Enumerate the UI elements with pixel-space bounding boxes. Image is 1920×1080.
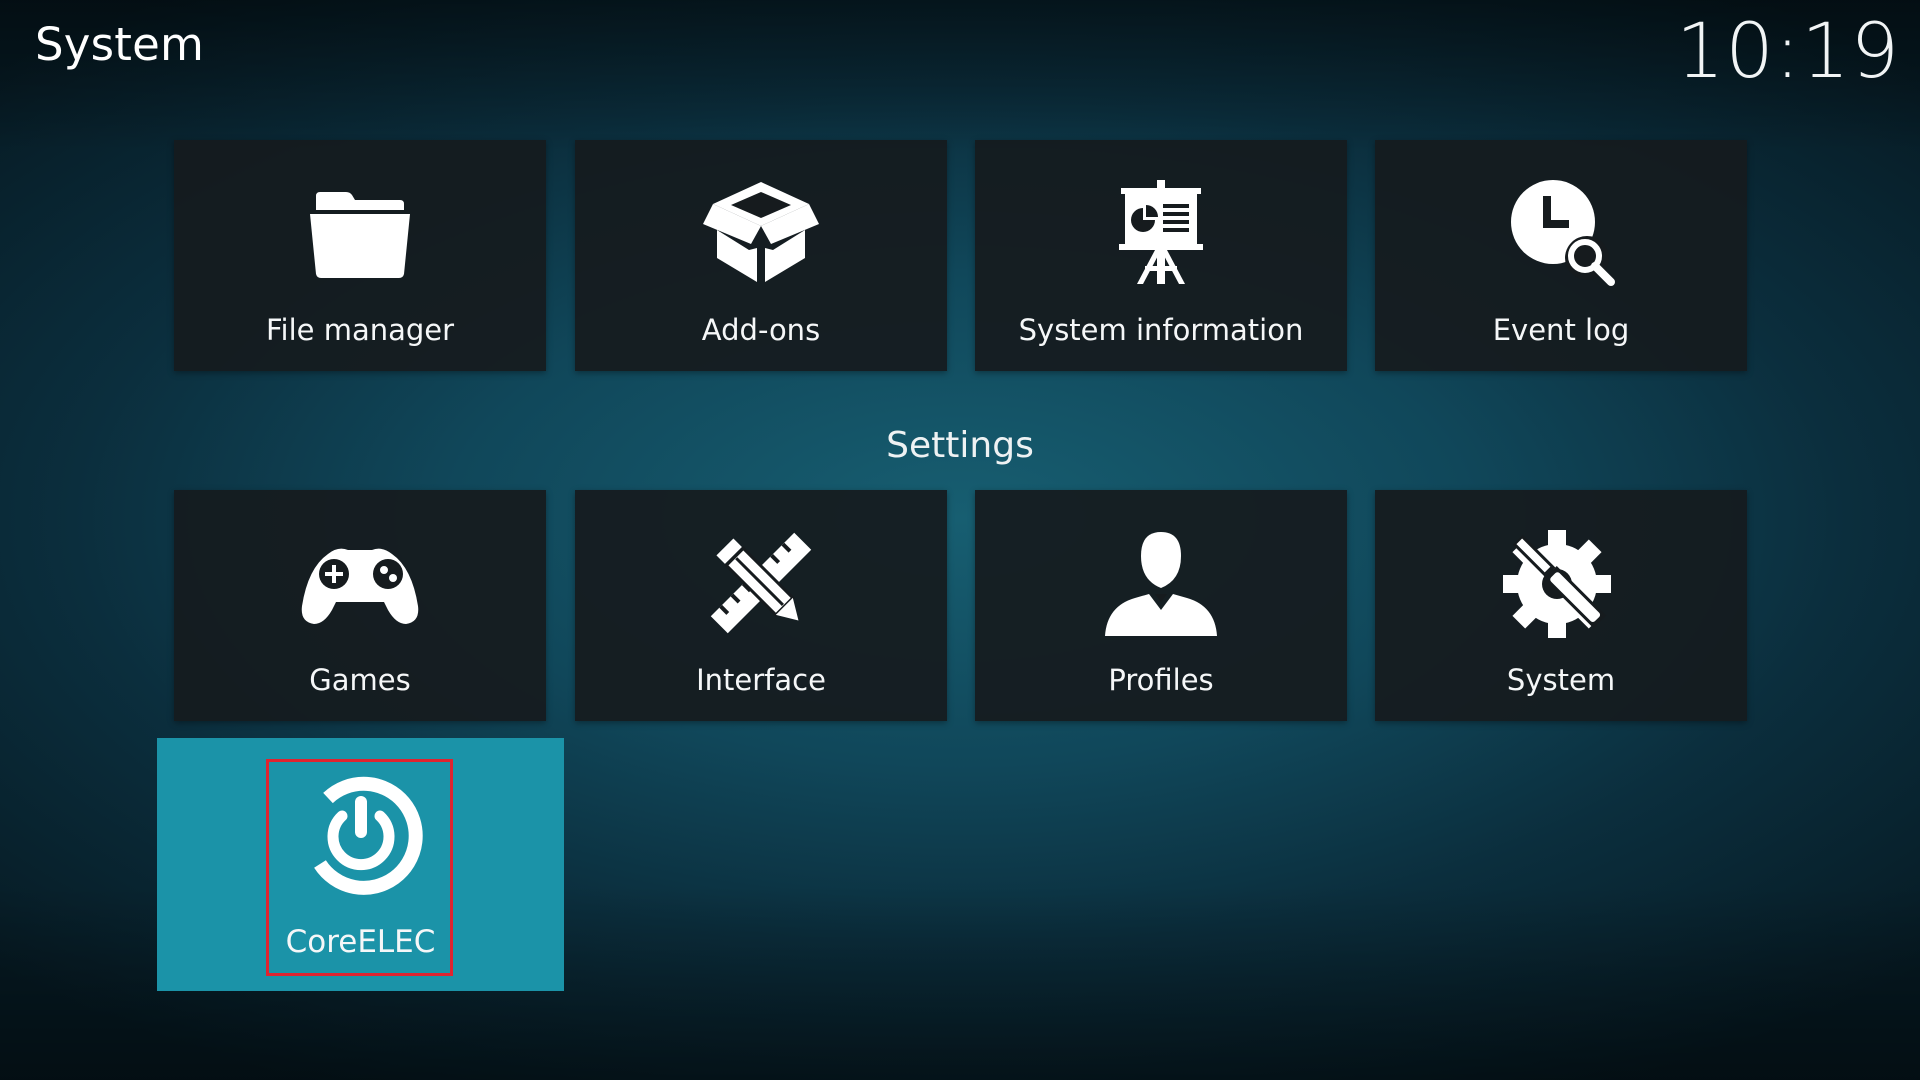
clock-search-icon: [1499, 178, 1623, 288]
gear-tools-icon: [1499, 528, 1623, 638]
box-icon: [699, 178, 823, 288]
coreelec-tile[interactable]: CoreELEC: [157, 738, 564, 991]
tile-label: File manager: [265, 313, 455, 347]
folder-icon: [298, 178, 422, 288]
presentation-icon: [1099, 178, 1223, 288]
profiles-tile[interactable]: Profiles: [975, 490, 1347, 721]
tile-label: CoreELEC: [285, 924, 436, 960]
tile-label: Add-ons: [701, 313, 821, 347]
system-information-tile[interactable]: System information: [975, 140, 1347, 371]
system-tile[interactable]: System: [1375, 490, 1747, 721]
games-tile[interactable]: Games: [174, 490, 546, 721]
tile-label: System: [1506, 663, 1616, 697]
tile-label: System information: [1018, 313, 1304, 347]
addons-tile[interactable]: Add-ons: [575, 140, 947, 371]
tile-label: Games: [309, 663, 411, 697]
event-log-tile[interactable]: Event log: [1375, 140, 1747, 371]
settings-heading: Settings: [886, 425, 1034, 466]
page-title: System: [35, 18, 205, 71]
pencil-ruler-icon: [699, 528, 823, 638]
gamepad-icon: [298, 528, 422, 638]
interface-tile[interactable]: Interface: [575, 490, 947, 721]
power-icon: [296, 768, 426, 898]
tile-label: Profiles: [1108, 663, 1214, 697]
person-icon: [1099, 528, 1223, 638]
clock: 10:19: [1675, 6, 1900, 95]
file-manager-tile[interactable]: File manager: [174, 140, 546, 371]
tile-label: Event log: [1492, 313, 1630, 347]
tile-label: Interface: [696, 663, 826, 697]
